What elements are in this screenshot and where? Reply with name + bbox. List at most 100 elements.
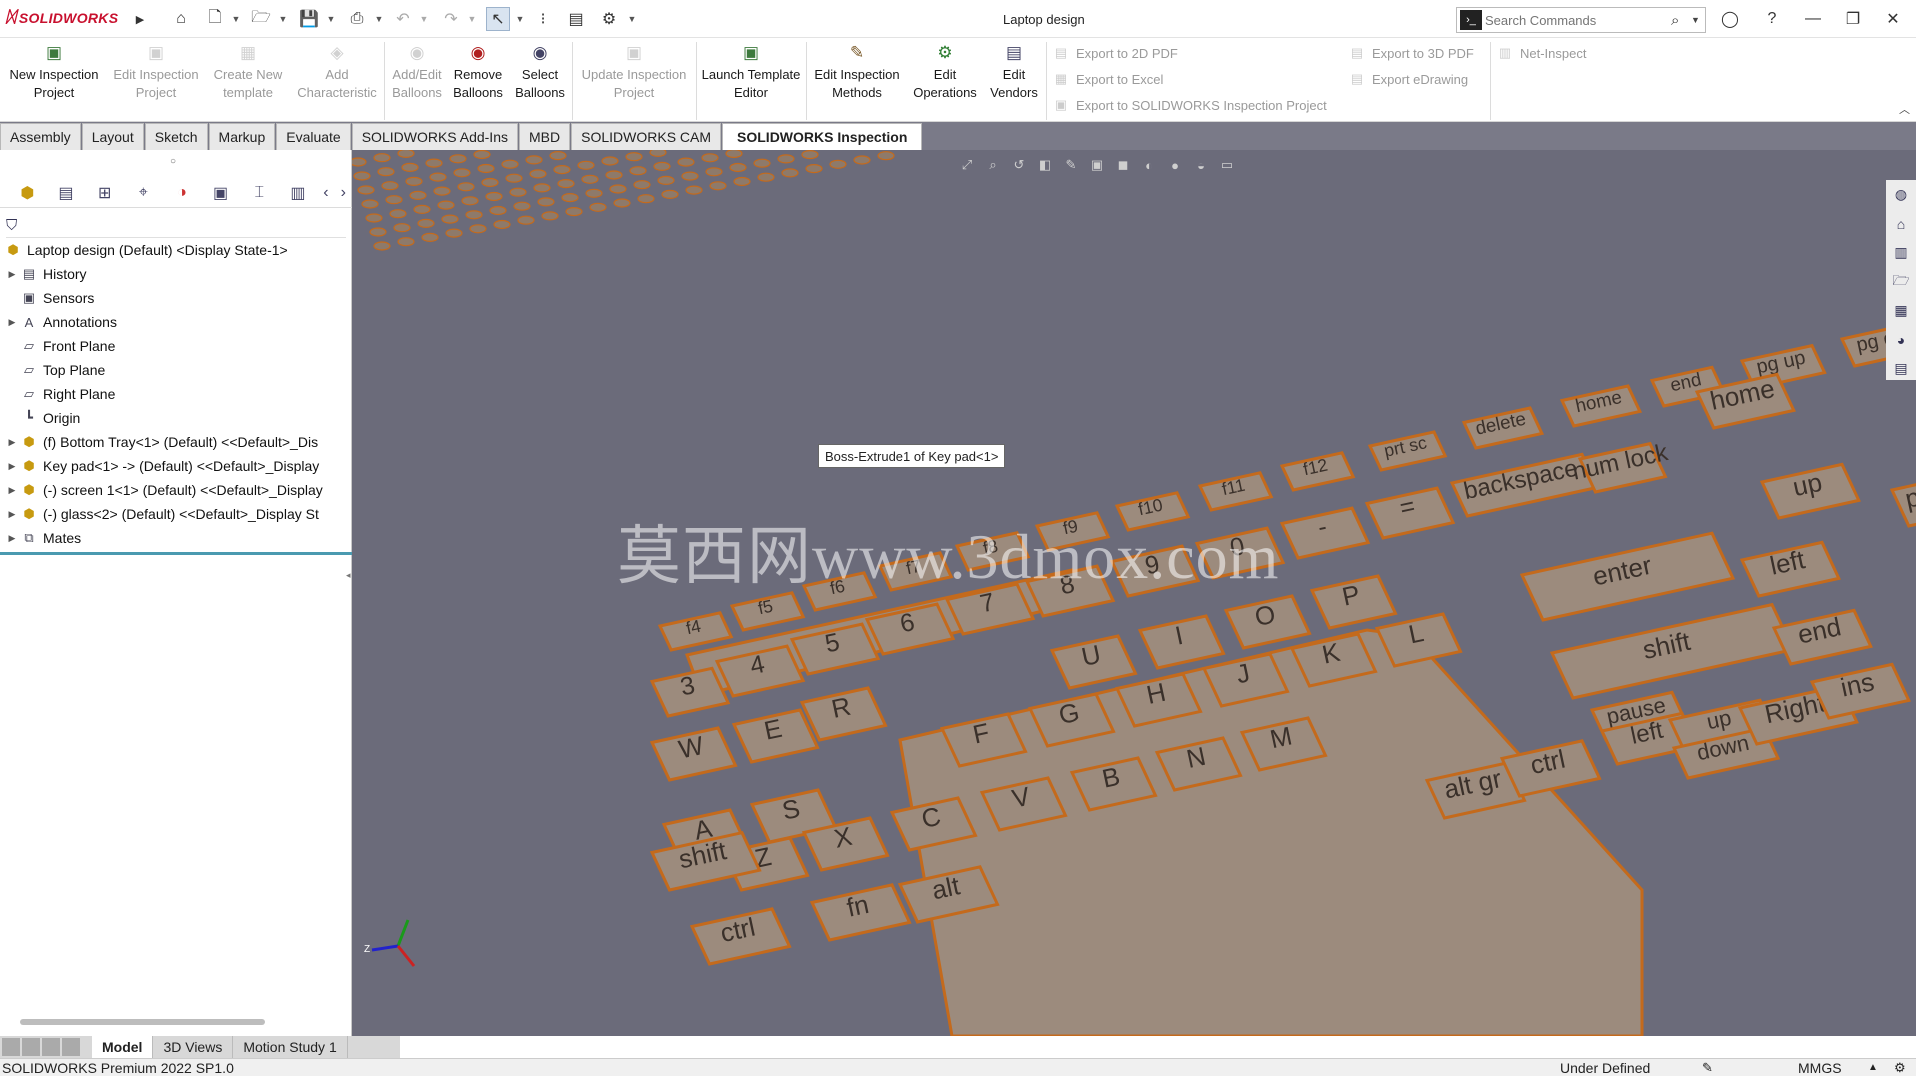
tree-node[interactable]: ▣ Sensors	[0, 286, 352, 310]
panel-collapse-icon[interactable]: ◂	[346, 570, 351, 581]
edit-inspection-project-button[interactable]: ▣ Edit Inspection Project	[108, 42, 204, 102]
select-pointer-icon[interactable]: ↖	[486, 7, 510, 31]
hide-show-icon[interactable]: ◐	[1139, 155, 1159, 175]
tree-node[interactable]: ▶ ⧉ Mates	[0, 526, 352, 550]
save-dropdown-icon[interactable]: ▼	[325, 7, 337, 31]
export-2d-pdf-button[interactable]: ▤ Export to 2D PDF	[1052, 44, 1178, 62]
display-style-icon[interactable]: ◼	[1113, 155, 1133, 175]
tab-model[interactable]: Model	[92, 1036, 154, 1058]
previous-view-icon[interactable]: ↺	[1009, 155, 1029, 175]
search-dropdown-icon[interactable]: ▼	[1691, 15, 1705, 25]
tree-node[interactable]: ▱ Right Plane	[0, 382, 352, 406]
dynamic-annotation-icon[interactable]: ✎	[1061, 155, 1081, 175]
tree-node[interactable]: ▶ ⬢ Key pad<1> -> (Default) <<Default>_Dis…	[0, 454, 352, 478]
add-edit-balloons-button[interactable]: ◉ Add/Edit Balloons	[388, 42, 446, 102]
tab-evaluate[interactable]: Evaluate	[276, 123, 351, 150]
open-folder-icon[interactable]: 🗁	[249, 7, 273, 31]
export-excel-button[interactable]: ▦ Export to Excel	[1052, 70, 1164, 88]
tree-node[interactable]: ▶ ⬢ (f) Bottom Tray<1> (Default) <<Default…	[0, 430, 352, 454]
next-tab-icon[interactable]	[42, 1038, 60, 1056]
appearance-icon[interactable]: ●	[1165, 155, 1185, 175]
add-characteristic-button[interactable]: ◈ Add Characteristic	[294, 42, 380, 102]
expand-arrow-icon[interactable]: ▶	[6, 317, 18, 328]
scene-icon[interactable]: ◒	[1191, 155, 1211, 175]
options-dropdown-icon[interactable]: ▼	[626, 7, 638, 31]
panel-grip-icon[interactable]: ○	[170, 156, 176, 167]
tree-node[interactable]: ▱ Front Plane	[0, 334, 352, 358]
view-settings-icon[interactable]: ▭	[1217, 155, 1237, 175]
expand-arrow-icon[interactable]: ▶	[6, 461, 18, 472]
view-palette-icon[interactable]: ▦	[1886, 296, 1916, 325]
scroll-left-icon[interactable]: ‹	[317, 180, 334, 206]
tree-node[interactable]: ▶ A Annotations	[0, 310, 352, 334]
menu-expand-icon[interactable]: ▶	[133, 7, 147, 31]
custom-properties-icon[interactable]: ▤	[1886, 354, 1916, 383]
user-account-icon[interactable]: ◯	[1714, 6, 1746, 32]
solidworks-resources-icon[interactable]: ◍	[1886, 180, 1916, 209]
graphics-viewport[interactable]: pg dn pg up end home delete prt sc f12 f11 f10 f9…	[352, 150, 1916, 1036]
configuration-manager-icon[interactable]: ⊞	[85, 180, 124, 206]
cam-feature-icon[interactable]: ▣	[201, 180, 240, 206]
collapse-ribbon-icon[interactable]: ︿	[1899, 101, 1910, 117]
units-dropdown-icon[interactable]: ▲	[1868, 1062, 1878, 1073]
file-explorer-icon[interactable]: 🗁	[1886, 267, 1916, 296]
feature-manager-icon[interactable]: ⬢	[8, 180, 47, 206]
tree-node[interactable]: ⬢ Laptop design (Default) <Display State-…	[0, 238, 352, 262]
new-inspection-project-button[interactable]: ▣ New Inspection Project	[6, 42, 102, 102]
redo-icon[interactable]: ↷	[440, 7, 462, 31]
prev-tab-icon[interactable]	[22, 1038, 40, 1056]
restore-icon[interactable]: ❐	[1837, 6, 1869, 32]
save-icon[interactable]: 💾	[297, 7, 321, 31]
export-3d-pdf-button[interactable]: ▤ Export to 3D PDF	[1348, 44, 1474, 62]
tree-filter[interactable]: ⛉	[6, 214, 346, 238]
remove-balloons-button[interactable]: ◉ Remove Balloons	[450, 42, 506, 102]
export-edrawing-button[interactable]: ▤ Export eDrawing	[1348, 70, 1468, 88]
zoom-fit-icon[interactable]: ⤢	[957, 155, 977, 175]
tree-node[interactable]: ▶ ▤ History	[0, 262, 352, 286]
expand-arrow-icon[interactable]: ▶	[6, 269, 18, 280]
search-input[interactable]	[1485, 12, 1671, 28]
tab-3d-views[interactable]: 3D Views	[153, 1036, 234, 1058]
expand-arrow-icon[interactable]: ▶	[6, 437, 18, 448]
property-manager-icon[interactable]: ▤	[47, 180, 86, 206]
tab-solidworks-inspection[interactable]: SOLIDWORKS Inspection	[722, 123, 923, 150]
close-icon[interactable]: ✕	[1877, 6, 1909, 32]
rebuild-icon[interactable]: ✎	[1702, 1060, 1713, 1076]
expand-arrow-icon[interactable]: ▶	[6, 485, 18, 496]
edit-operations-button[interactable]: ⚙ Edit Operations	[910, 42, 980, 102]
solidworks-logo[interactable]: ᛞ SOLIDWORKS	[6, 9, 118, 27]
export-inspection-project-button[interactable]: ▣ Export to SOLIDWORKS Inspection Projec…	[1052, 96, 1327, 114]
new-dropdown-icon[interactable]: ▼	[230, 7, 242, 31]
tab-sketch[interactable]: Sketch	[144, 123, 208, 150]
search-commands[interactable]: ›_ ⌕ ▼	[1456, 7, 1706, 33]
home-icon[interactable]: ⌂	[168, 7, 194, 31]
redo-dropdown-icon[interactable]: ▼	[466, 7, 478, 31]
edit-vendors-button[interactable]: ▤ Edit Vendors	[984, 42, 1044, 102]
new-document-icon[interactable]: 🗋	[204, 7, 226, 31]
search-icon[interactable]: ⌕	[1671, 12, 1691, 29]
design-library-icon[interactable]: ▥	[1886, 238, 1916, 267]
scroll-right-icon[interactable]: ›	[335, 180, 352, 206]
appearances-icon[interactable]: ◕	[1886, 325, 1916, 354]
zoom-area-icon[interactable]: ⌕	[983, 155, 1003, 175]
tab-solidworks-add-ins[interactable]: SOLIDWORKS Add-Ins	[351, 123, 518, 150]
edit-inspection-methods-button[interactable]: ✎ Edit Inspection Methods	[808, 42, 906, 102]
view-orientation-icon[interactable]: ▣	[1087, 155, 1107, 175]
help-icon[interactable]: ?	[1756, 6, 1788, 32]
options-gear-icon[interactable]: ⚙	[598, 7, 620, 31]
net-inspect-button[interactable]: ▥ Net-Inspect	[1496, 44, 1587, 62]
last-tab-icon[interactable]	[62, 1038, 80, 1056]
undo-icon[interactable]: ↶	[392, 7, 414, 31]
tab-assembly[interactable]: Assembly	[0, 123, 81, 150]
traffic-light-icon[interactable]: ⁝	[533, 7, 553, 31]
display-manager-icon[interactable]: ◑	[163, 180, 202, 206]
update-inspection-project-button[interactable]: ▣ Update Inspection Project	[576, 42, 692, 102]
file-properties-icon[interactable]: ▤	[565, 7, 587, 31]
tree-node[interactable]: ▶ ⬢ (-) glass<2> (Default) <<Default>_Disp…	[0, 502, 352, 526]
tree-node[interactable]: ▶ ⬢ (-) screen 1<1> (Default) <<Default>_D…	[0, 478, 352, 502]
open-dropdown-icon[interactable]: ▼	[277, 7, 289, 31]
create-new-template-button[interactable]: ▦ Create New template	[208, 42, 288, 102]
launch-template-editor-button[interactable]: ▣ Launch Template Editor	[700, 42, 802, 102]
tree-split-bar[interactable]	[0, 552, 352, 555]
expand-arrow-icon[interactable]: ▶	[6, 509, 18, 520]
